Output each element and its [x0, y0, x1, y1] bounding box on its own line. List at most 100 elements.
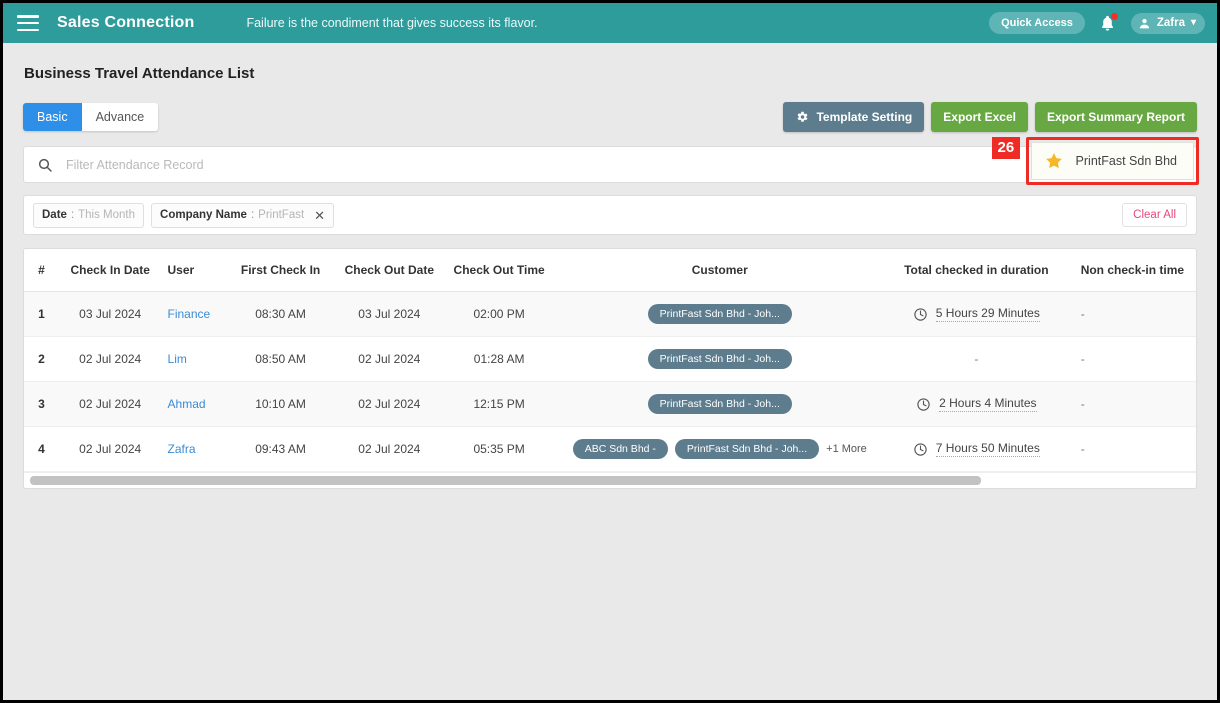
app-window: Sales Connection Failure is the condimen… — [0, 0, 1220, 703]
column-header-check-in-date: Check In Date — [58, 249, 162, 292]
table-body: 1 03 Jul 2024 Finance 08:30 AM 03 Jul 2024 02… — [24, 291, 1196, 472]
customer-tag[interactable]: PrintFast Sdn Bhd - Joh... — [647, 304, 792, 324]
customer-tag-group: ABC Sdn Bhd - PrintFast Sdn Bhd - Joh... +… — [562, 439, 878, 459]
search-icon — [38, 158, 52, 172]
active-filters-bar: Date : This Month Company Name : PrintFa… — [23, 195, 1197, 235]
cell-check-out-time: 05:35 PM — [442, 426, 556, 472]
column-header-user: User — [161, 249, 226, 292]
duration-value[interactable]: 7 Hours 50 Minutes — [935, 441, 1040, 457]
tab-basic[interactable]: Basic — [23, 103, 82, 131]
table-row[interactable]: 1 03 Jul 2024 Finance 08:30 AM 03 Jul 2024 02… — [24, 291, 1196, 337]
cell-total-duration: - — [883, 336, 1069, 382]
action-button-group: Template Setting Export Excel Export Sum… — [783, 102, 1197, 132]
template-setting-button[interactable]: Template Setting — [783, 102, 925, 132]
filter-chip-value: PrintFast — [258, 209, 305, 221]
attendance-table-card: # Check In Date User First Check In Chec… — [23, 248, 1197, 489]
cell-check-in-date: 02 Jul 2024 — [58, 336, 162, 382]
cell-index: 4 — [24, 426, 59, 472]
cell-check-in-date: 02 Jul 2024 — [58, 381, 162, 427]
filter-chip-key: Company Name — [160, 209, 247, 221]
table-row[interactable]: 3 02 Jul 2024 Ahmad 10:10 AM 02 Jul 2024 12:1… — [24, 381, 1196, 427]
cell-user: Lim — [161, 336, 226, 382]
horizontal-scrollbar-thumb[interactable] — [30, 476, 982, 485]
cell-first-check-in: 09:43 AM — [225, 426, 336, 472]
cell-customer: PrintFast Sdn Bhd - Joh... — [555, 291, 884, 337]
cell-index: 2 — [24, 336, 59, 382]
cell-non-check-in: - — [1068, 336, 1196, 382]
header-quote: Failure is the condiment that gives succ… — [246, 16, 538, 30]
customer-tag[interactable]: PrintFast Sdn Bhd - Joh... — [647, 394, 792, 414]
user-avatar-icon — [1139, 18, 1149, 28]
duration-value[interactable]: 2 Hours 4 Minutes — [939, 396, 1037, 412]
cell-non-check-in: - — [1068, 426, 1196, 472]
clear-all-filters-button[interactable]: Clear All — [1122, 203, 1187, 227]
favorite-company-button[interactable]: PrintFast Sdn Bhd — [1030, 142, 1194, 180]
page-title: Business Travel Attendance List — [24, 65, 255, 82]
duration-group: - — [890, 352, 1063, 366]
tab-advance[interactable]: Advance — [81, 103, 159, 131]
cell-customer: PrintFast Sdn Bhd - Joh... — [555, 336, 884, 382]
duration-group: 5 Hours 29 Minutes — [890, 306, 1063, 322]
gear-icon — [798, 111, 808, 122]
cell-first-check-in: 08:30 AM — [225, 291, 336, 337]
cell-index: 3 — [24, 381, 59, 427]
duration-group: 2 Hours 4 Minutes — [890, 396, 1063, 412]
table-row[interactable]: 4 02 Jul 2024 Zafra 09:43 AM 02 Jul 2024 05:3… — [24, 426, 1196, 472]
view-mode-tabs: Basic Advance — [23, 103, 159, 131]
filter-chip-key: Date — [42, 209, 67, 221]
customer-tag[interactable]: PrintFast Sdn Bhd - Joh... — [674, 439, 820, 459]
customer-tag-group: PrintFast Sdn Bhd - Joh... — [562, 349, 878, 369]
toolbar-row: Basic Advance Template Setting Export Ex… — [23, 102, 1197, 132]
column-header-non-check-in: Non check-in time — [1068, 249, 1196, 292]
cell-check-in-date: 02 Jul 2024 — [58, 426, 162, 472]
quick-access-button[interactable]: Quick Access — [989, 12, 1085, 34]
chevron-down-icon: ▾ — [1190, 17, 1196, 28]
cell-check-in-date: 03 Jul 2024 — [58, 291, 162, 337]
user-link[interactable]: Finance — [168, 307, 211, 321]
cell-first-check-in: 10:10 AM — [225, 381, 336, 427]
more-customers-link[interactable]: +1 More — [826, 443, 867, 455]
table-header-row: # Check In Date User First Check In Chec… — [24, 249, 1196, 292]
column-header-total-duration: Total checked in duration — [883, 249, 1069, 292]
cell-check-out-time: 01:28 AM — [442, 336, 556, 382]
duration-value[interactable]: 5 Hours 29 Minutes — [935, 306, 1040, 322]
user-link[interactable]: Zafra — [168, 442, 196, 456]
cell-check-out-time: 12:15 PM — [442, 381, 556, 427]
cell-total-duration: 5 Hours 29 Minutes — [883, 291, 1069, 337]
clock-icon — [914, 442, 927, 456]
cell-check-out-date: 03 Jul 2024 — [335, 291, 443, 337]
export-summary-report-button[interactable]: Export Summary Report — [1034, 102, 1197, 132]
customer-tag-group: PrintFast Sdn Bhd - Joh... — [562, 394, 878, 414]
horizontal-scrollbar[interactable] — [24, 472, 1196, 488]
notification-bell-button[interactable] — [1098, 12, 1119, 34]
cell-first-check-in: 08:50 AM — [225, 336, 336, 382]
filter-chip-date[interactable]: Date : This Month — [33, 202, 145, 228]
search-bar: 26 PrintFast Sdn Bhd — [23, 137, 1199, 185]
customer-tag[interactable]: PrintFast Sdn Bhd - Joh... — [647, 349, 792, 369]
export-excel-button[interactable]: Export Excel — [931, 102, 1028, 132]
page-body: Business Travel Attendance List Basic Ad… — [3, 43, 1217, 489]
column-header-index: # — [24, 249, 59, 292]
user-link[interactable]: Ahmad — [168, 397, 206, 411]
close-icon[interactable]: ✕ — [314, 209, 325, 222]
table-header: # Check In Date User First Check In Chec… — [24, 249, 1196, 292]
favorite-filter-highlight: 26 PrintFast Sdn Bhd — [991, 137, 1199, 185]
cell-non-check-in: - — [1068, 381, 1196, 427]
cell-check-out-time: 02:00 PM — [442, 291, 556, 337]
duration-empty: - — [974, 352, 979, 366]
filter-chip-value: This Month — [78, 209, 136, 221]
filter-chip-separator: : — [250, 209, 255, 221]
table-row[interactable]: 2 02 Jul 2024 Lim 08:50 AM 02 Jul 2024 01:28 … — [24, 336, 1196, 382]
clock-icon — [914, 307, 927, 321]
star-icon — [1045, 153, 1062, 169]
column-header-customer: Customer — [555, 249, 884, 292]
user-link[interactable]: Lim — [168, 352, 187, 366]
filter-chip-separator: : — [70, 209, 75, 221]
filter-chip-company-name[interactable]: Company Name : PrintFast ✕ — [151, 202, 335, 228]
cell-check-out-date: 02 Jul 2024 — [335, 336, 443, 382]
user-menu-button[interactable]: Zafra ▾ — [1130, 12, 1205, 34]
hamburger-menu-icon[interactable] — [17, 15, 39, 31]
customer-tag[interactable]: ABC Sdn Bhd - — [572, 439, 668, 459]
cell-user: Finance — [161, 291, 226, 337]
cell-check-out-date: 02 Jul 2024 — [335, 381, 443, 427]
